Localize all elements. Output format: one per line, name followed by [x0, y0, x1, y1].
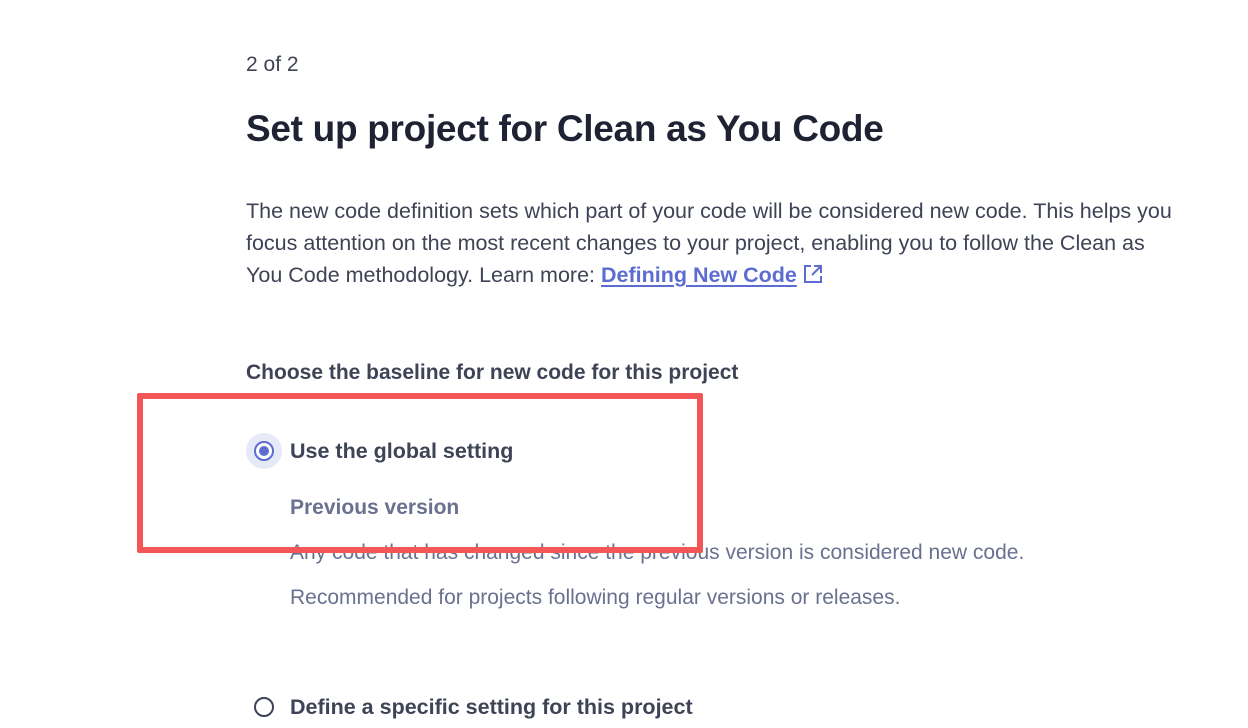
radio-button-unselected[interactable]: [246, 689, 282, 725]
define-specific-setting-option[interactable]: Define a specific setting for this proje…: [246, 689, 693, 725]
description-line: focus attention on the most recent chang…: [246, 231, 1145, 255]
description-line: The new code definition sets which part …: [246, 199, 1172, 223]
link-label: Defining New Code: [600, 263, 797, 287]
global-setting-description: Any code that has changed since the prev…: [290, 541, 1025, 564]
description-line: You Code methodology. Learn more: Defini…: [246, 259, 1248, 291]
radio-ring: [254, 441, 274, 461]
external-link-icon: [803, 265, 822, 283]
define-specific-setting-label: Define a specific setting for this proje…: [290, 694, 693, 719]
global-setting-recommendation: Recommended for projects following regul…: [290, 586, 901, 609]
radio-ring: [254, 697, 274, 717]
page-title: Set up project for Clean as You Code: [246, 108, 884, 149]
description-line-prefix: You Code methodology. Learn more:: [246, 263, 601, 287]
baseline-heading: Choose the baseline for new code for thi…: [246, 361, 739, 384]
description: The new code definition sets which part …: [246, 195, 1248, 291]
global-setting-value: Previous version: [290, 496, 460, 519]
highlight-annotation-box: [137, 393, 703, 553]
use-global-setting-label: Use the global setting: [290, 438, 514, 463]
new-code-setup-page: 2 of 2 Set up project for Clean as You C…: [0, 0, 1248, 728]
step-indicator: 2 of 2: [246, 53, 299, 76]
radio-dot: [259, 446, 269, 456]
use-global-setting-option[interactable]: Use the global setting: [246, 433, 513, 469]
defining-new-code-link[interactable]: Defining New Code: [601, 263, 824, 287]
radio-button-selected[interactable]: [246, 433, 282, 469]
